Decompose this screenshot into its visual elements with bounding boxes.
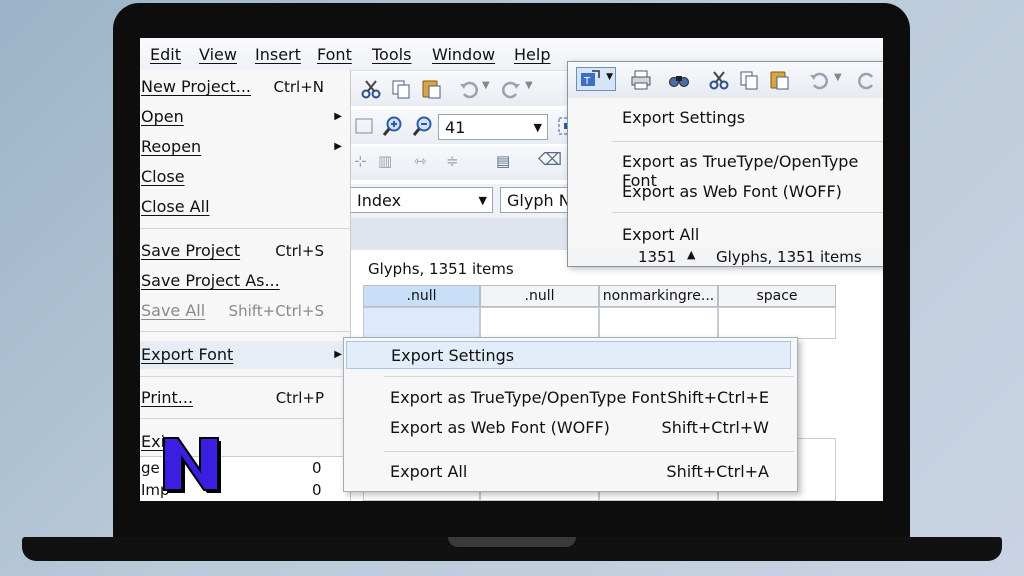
menu-item-new-project[interactable]: New Project... Ctrl+N bbox=[140, 73, 350, 101]
glyph-cell[interactable] bbox=[480, 307, 599, 339]
export-toolbar-popup: T ▼ ▼ Export Settings Export as TrueType… bbox=[567, 61, 883, 267]
zoom-out-icon[interactable] bbox=[412, 115, 434, 137]
undo-icon[interactable] bbox=[808, 69, 830, 91]
export-font-icon: T bbox=[581, 70, 600, 87]
popup-toolbar: T ▼ ▼ bbox=[568, 62, 883, 98]
glyph-cell[interactable] bbox=[718, 307, 836, 339]
cut-icon[interactable] bbox=[708, 69, 730, 91]
align-tool-icon[interactable]: ≑ bbox=[446, 152, 459, 170]
cut-icon[interactable] bbox=[360, 78, 382, 100]
eraser-icon[interactable]: ⌫ bbox=[538, 150, 562, 170]
undo-icon[interactable] bbox=[458, 78, 480, 100]
undo-dropdown-icon[interactable]: ▼ bbox=[834, 72, 842, 83]
chevron-down-icon: ▼ bbox=[606, 72, 613, 82]
glyph-panel-title: Glyphs, 1351 items bbox=[368, 260, 514, 278]
menu-separator bbox=[140, 228, 350, 229]
menu-separator bbox=[612, 212, 883, 213]
index-combo-value: Index bbox=[357, 191, 402, 210]
glyph-tool-icon[interactable]: ⊹ bbox=[354, 152, 367, 170]
menu-separator bbox=[612, 141, 883, 142]
glyph-column-header[interactable]: .null bbox=[480, 285, 599, 307]
popup-item-export-all[interactable]: Export All bbox=[622, 225, 699, 244]
menu-item-close-all[interactable]: Close All bbox=[140, 193, 350, 221]
menu-font[interactable]: Font bbox=[317, 45, 352, 64]
glyph-column-header[interactable]: nonmarkingre... bbox=[599, 285, 718, 307]
menu-separator bbox=[140, 331, 350, 332]
paste-icon[interactable] bbox=[420, 77, 442, 99]
submenu-arrow-icon: ▶ bbox=[334, 141, 342, 152]
glyph-column-header[interactable]: space bbox=[718, 285, 836, 307]
partial-row-value: 0 bbox=[312, 459, 322, 477]
copy-icon[interactable] bbox=[390, 78, 412, 100]
menu-item-export-settings[interactable]: Export Settings bbox=[346, 341, 791, 369]
kerning-tool-icon[interactable]: ⇿ bbox=[414, 152, 427, 170]
sort-up-icon[interactable]: ▲ bbox=[687, 248, 695, 261]
menu-separator bbox=[384, 451, 794, 452]
zoom-combo[interactable]: 41 ▼ bbox=[438, 114, 548, 140]
zoom-in-icon[interactable] bbox=[382, 115, 404, 137]
menu-separator bbox=[140, 376, 350, 377]
menu-item-save-project-as[interactable]: Save Project As... bbox=[140, 267, 350, 295]
menu-item-save-all: Save All Shift+Ctrl+S bbox=[141, 301, 324, 320]
print-icon[interactable] bbox=[630, 69, 652, 91]
view-icon[interactable] bbox=[354, 115, 376, 137]
redo-icon[interactable] bbox=[856, 69, 878, 91]
submenu-arrow-icon: ▶ bbox=[334, 349, 342, 360]
copy-icon[interactable] bbox=[738, 69, 760, 91]
chevron-down-icon: ▼ bbox=[533, 121, 542, 134]
partial-row-label: ge bbox=[141, 459, 160, 477]
metrics-tool-icon[interactable]: ▥ bbox=[378, 152, 392, 170]
properties-icon[interactable]: ▤ bbox=[496, 152, 510, 170]
glyph-column-header[interactable]: .null bbox=[363, 285, 480, 307]
menu-item-save-project[interactable]: Save Project Ctrl+S bbox=[140, 237, 350, 265]
popup-status-strip: 1351 ▲ Glyphs, 1351 items bbox=[568, 248, 883, 266]
redo-dropdown-icon[interactable]: ▼ bbox=[525, 80, 533, 91]
export-font-button[interactable]: T ▼ bbox=[576, 67, 616, 91]
glyph-count: 1351 bbox=[638, 248, 677, 266]
zoom-value: 41 bbox=[445, 118, 466, 137]
menu-item-export-woff[interactable]: Export as Web Font (WOFF) Shift+Ctrl+W bbox=[346, 414, 791, 442]
partial-row-value: 0 bbox=[312, 481, 322, 499]
menu-item-print[interactable]: Print... Ctrl+P bbox=[140, 384, 350, 412]
submenu-arrow-icon: ▶ bbox=[334, 111, 342, 122]
channel-logo bbox=[163, 437, 221, 493]
menu-item-export-font[interactable]: Export Font ▶ bbox=[140, 341, 350, 369]
menu-separator bbox=[140, 418, 350, 419]
laptop-notch bbox=[448, 537, 576, 547]
chevron-down-icon: ▼ bbox=[478, 194, 487, 207]
redo-icon[interactable] bbox=[500, 78, 522, 100]
glyph-cell[interactable] bbox=[599, 307, 718, 339]
menu-insert[interactable]: Insert bbox=[255, 45, 301, 64]
index-combo[interactable]: Index ▼ bbox=[350, 187, 493, 213]
menu-edit[interactable]: Edit bbox=[150, 45, 181, 64]
menu-item-close[interactable]: Close bbox=[140, 163, 350, 191]
menu-item-export-all[interactable]: Export All Shift+Ctrl+A bbox=[346, 458, 791, 486]
app-screen: Edit View Insert Font Tools Window Help … bbox=[140, 38, 883, 501]
paste-icon[interactable] bbox=[768, 68, 790, 90]
find-icon[interactable] bbox=[668, 69, 690, 91]
menu-item-reopen[interactable]: Reopen ▶ bbox=[140, 133, 350, 161]
menu-tools[interactable]: Tools bbox=[372, 45, 411, 64]
popup-item-export-settings[interactable]: Export Settings bbox=[622, 108, 745, 127]
glyph-status: Glyphs, 1351 items bbox=[716, 248, 862, 266]
export-font-submenu: Export Settings Export as TrueType/OpenT… bbox=[343, 337, 798, 492]
menu-item-open[interactable]: Open ▶ bbox=[140, 103, 350, 131]
menu-separator bbox=[384, 376, 794, 377]
popup-item-export-woff[interactable]: Export as Web Font (WOFF) bbox=[622, 182, 842, 201]
menu-window[interactable]: Window bbox=[432, 45, 495, 64]
menu-view[interactable]: View bbox=[199, 45, 237, 64]
menu-item-export-truetype[interactable]: Export as TrueType/OpenType Font Shift+C… bbox=[346, 384, 791, 412]
undo-dropdown-icon[interactable]: ▼ bbox=[482, 80, 490, 91]
glyph-cell[interactable] bbox=[363, 307, 480, 339]
svg-text:T: T bbox=[583, 76, 591, 87]
menu-help[interactable]: Help bbox=[514, 45, 550, 64]
